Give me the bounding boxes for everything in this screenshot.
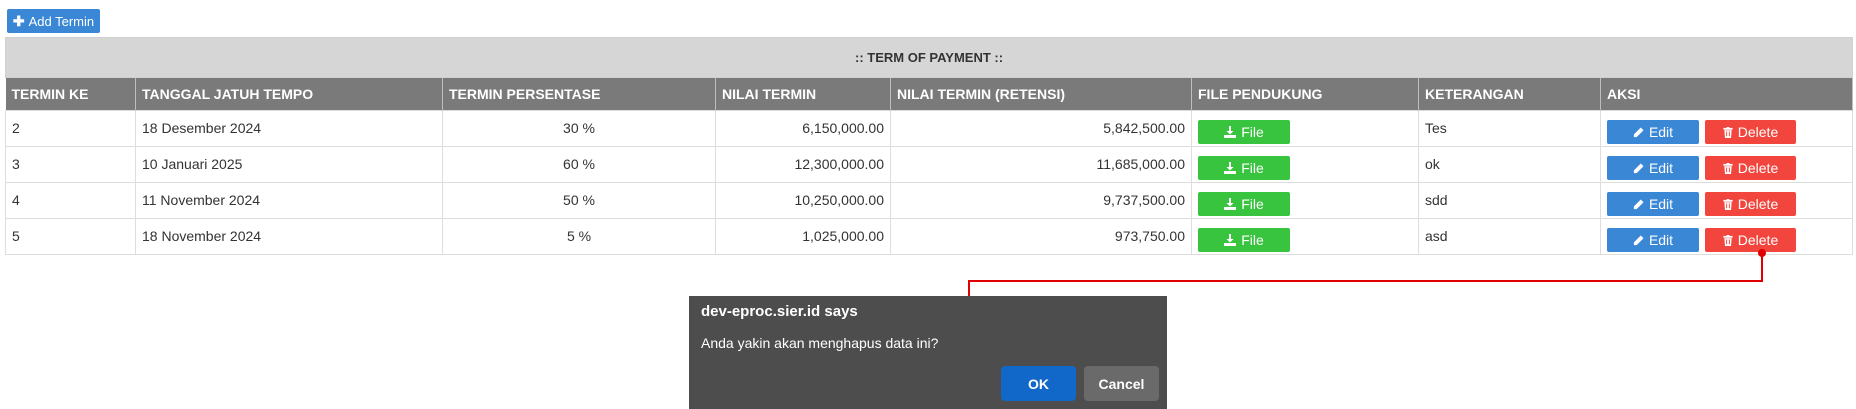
cell-tanggal: 10 Januari 2025 [135,146,443,183]
cell-aksi: Edit Delete [1599,182,1854,219]
delete-button-label: Delete [1737,196,1779,212]
cell-retensi: 5,842,500.00 [890,110,1192,147]
column-header-termin-ke: TERMIN KE [5,77,136,111]
delete-button[interactable]: Delete [1705,156,1796,180]
column-header-keterangan: KETERANGAN [1418,77,1601,111]
pencil-icon [1633,126,1644,138]
cell-retensi: 973,750.00 [890,218,1192,255]
download-icon [1224,162,1237,174]
cell-retensi: 9,737,500.00 [890,182,1192,219]
edit-button[interactable]: Edit [1607,228,1699,252]
pencil-icon [1633,198,1644,210]
cell-nilai: 6,150,000.00 [715,110,891,147]
trash-icon [1723,198,1733,210]
edit-button[interactable]: Edit [1607,192,1699,216]
dialog-cancel-button[interactable]: Cancel [1084,366,1159,401]
dialog-title: dev-eproc.sier.id says [701,303,858,320]
confirm-dialog: dev-eproc.sier.id says Anda yakin akan m… [689,296,1167,409]
cell-termin-ke: 5 [5,218,136,255]
trash-icon [1723,234,1733,246]
column-header-aksi: AKSI [1600,77,1854,111]
cell-termin-ke: 4 [5,182,136,219]
plus-icon: ✚ [12,13,25,29]
delete-button-label: Delete [1737,124,1779,140]
table-row: 2 18 Desember 2024 30 % 6,150,000.00 5,8… [5,110,1854,147]
edit-button[interactable]: Edit [1607,120,1699,144]
trash-icon [1723,162,1733,174]
table-row: 3 10 Januari 2025 60 % 12,300,000.00 11,… [5,146,1854,183]
column-header-persentase: TERMIN PERSENTASE [442,77,716,111]
edit-button[interactable]: Edit [1607,156,1699,180]
file-button-label: File [1241,124,1264,140]
cell-tanggal: 11 November 2024 [135,182,443,219]
cell-keterangan: Tes [1418,110,1601,147]
download-icon [1224,234,1237,246]
cell-retensi: 11,685,000.00 [890,146,1192,183]
cell-aksi: Edit Delete [1599,146,1854,183]
file-button-label: File [1241,196,1264,212]
cell-keterangan: ok [1418,146,1601,183]
add-termin-button[interactable]: ✚ Add Termin [7,9,100,33]
delete-button-label: Delete [1737,232,1779,248]
edit-button-label: Edit [1648,124,1674,140]
cell-persentase: 30 % [442,110,716,147]
dialog-ok-button[interactable]: OK [1001,366,1076,401]
column-header-tanggal: TANGGAL JATUH TEMPO [135,77,443,111]
cell-persentase: 60 % [442,146,716,183]
cell-persentase: 50 % [442,182,716,219]
download-icon [1224,198,1237,210]
delete-button-label: Delete [1737,160,1779,176]
cell-file: File [1191,182,1419,219]
delete-button[interactable]: Delete [1705,120,1796,144]
download-icon [1224,126,1237,138]
file-button-label: File [1241,160,1264,176]
file-download-button[interactable]: File [1198,120,1290,144]
file-button-label: File [1241,232,1264,248]
column-header-nilai: NILAI TERMIN [715,77,891,111]
cell-termin-ke: 2 [5,110,136,147]
cell-keterangan: asd [1418,218,1601,255]
cell-tanggal: 18 November 2024 [135,218,443,255]
table-caption: :: TERM OF PAYMENT :: [4,37,1854,78]
table-row: 5 18 November 2024 5 % 1,025,000.00 973,… [5,218,1854,255]
column-header-retensi: NILAI TERMIN (RETENSI) [890,77,1192,111]
edit-button-label: Edit [1648,232,1674,248]
cell-aksi: Edit Delete [1599,218,1854,255]
table-row: 4 11 November 2024 50 % 10,250,000.00 9,… [5,182,1854,219]
cell-tanggal: 18 Desember 2024 [135,110,443,147]
pencil-icon [1633,162,1644,174]
add-termin-label: Add Termin [28,13,95,29]
pencil-icon [1633,234,1644,246]
cell-keterangan: sdd [1418,182,1601,219]
cell-file: File [1191,146,1419,183]
edit-button-label: Edit [1648,196,1674,212]
cell-file: File [1191,110,1419,147]
edit-button-label: Edit [1648,160,1674,176]
trash-icon [1723,126,1733,138]
dialog-message: Anda yakin akan menghapus data ini? [701,335,939,351]
cell-nilai: 1,025,000.00 [715,218,891,255]
file-download-button[interactable]: File [1198,228,1290,252]
delete-button[interactable]: Delete [1705,228,1796,252]
cell-termin-ke: 3 [5,146,136,183]
cell-file: File [1191,218,1419,255]
delete-button[interactable]: Delete [1705,192,1796,216]
cell-nilai: 10,250,000.00 [715,182,891,219]
file-download-button[interactable]: File [1198,156,1290,180]
column-header-file: FILE PENDUKUNG [1191,77,1419,111]
file-download-button[interactable]: File [1198,192,1290,216]
cell-aksi: Edit Delete [1599,110,1854,147]
cell-persentase: 5 % [442,218,716,255]
term-of-payment-table: :: TERM OF PAYMENT :: TERMIN KE TANGGAL … [4,37,1854,255]
table-header-row: TERMIN KE TANGGAL JATUH TEMPO TERMIN PER… [5,77,1854,111]
cell-nilai: 12,300,000.00 [715,146,891,183]
